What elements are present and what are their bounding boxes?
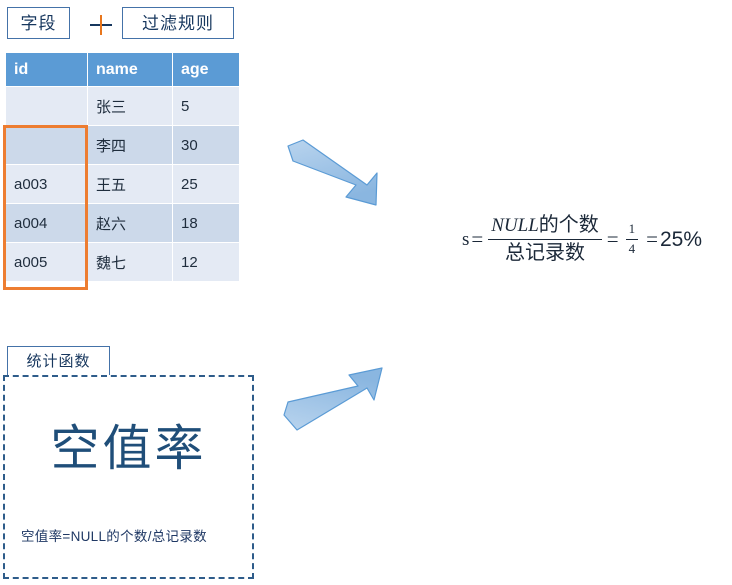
- cell-name: 王五: [87, 164, 173, 204]
- stat-card-subtitle: 空值率=NULL的个数/总记录数: [21, 529, 207, 544]
- cell-age: 12: [172, 242, 240, 282]
- fraction-bar: [488, 239, 602, 240]
- formula-equals-2: =: [606, 227, 619, 251]
- stat-function-card: 空值率 空值率=NULL的个数/总记录数: [3, 375, 254, 579]
- null-rate-formula: s = NULL的个数 总记录数 = 1 4 = 25%: [462, 214, 702, 265]
- cell-id: a005: [5, 242, 88, 282]
- formula-numerator: NULL的个数: [488, 214, 602, 237]
- formula-value-numerator: 1: [628, 221, 636, 237]
- cell-age: 25: [172, 164, 240, 204]
- cell-id: a004: [5, 203, 88, 243]
- table-header-row: id name age: [5, 52, 240, 87]
- cell-id: [5, 125, 88, 165]
- table-row: a004 赵六 18: [5, 203, 240, 243]
- table-row: a005 魏七 12: [5, 242, 240, 282]
- stat-card-title: 空值率: [50, 422, 207, 476]
- formula-value-denominator: 4: [628, 241, 636, 256]
- plus-vertical-bar: [100, 15, 102, 35]
- tag-filter-rule[interactable]: 过滤规则: [122, 7, 234, 39]
- cell-id: [5, 86, 88, 126]
- column-header-id: id: [5, 52, 88, 87]
- cell-name: 张三: [87, 86, 173, 126]
- table-row: 李四 30: [5, 125, 240, 165]
- tag-stat-function[interactable]: 统计函数: [7, 346, 110, 376]
- formula-equals-3: =: [646, 227, 658, 251]
- formula-lhs: s: [462, 228, 470, 250]
- arrow-card-to-formula-icon: [283, 367, 383, 431]
- cell-age: 18: [172, 203, 240, 243]
- cell-age: 30: [172, 125, 240, 165]
- formula-result: 25%: [659, 227, 702, 251]
- cell-name: 魏七: [87, 242, 173, 282]
- plus-icon: [85, 14, 119, 36]
- cell-name: 李四: [87, 125, 173, 165]
- cell-age: 5: [172, 86, 240, 126]
- fraction-bar-small: [625, 239, 639, 240]
- table-row: a003 王五 25: [5, 164, 240, 204]
- column-header-age: age: [172, 52, 240, 87]
- tag-field[interactable]: 字段: [7, 7, 70, 39]
- formula-main-fraction: NULL的个数 总记录数: [488, 214, 602, 265]
- cell-name: 赵六: [87, 203, 173, 243]
- formula-null-word: NULL: [491, 215, 539, 236]
- formula-equals-1: =: [471, 227, 484, 251]
- sample-data-table: id name age 张三 5 李四 30 a003 王五 25 a004 赵…: [5, 52, 240, 282]
- column-header-name: name: [87, 52, 173, 87]
- formula-numerator-suffix: 的个数: [538, 214, 599, 236]
- formula-value-fraction: 1 4: [625, 221, 639, 257]
- cell-id: a003: [5, 164, 88, 204]
- table-row: 张三 5: [5, 86, 240, 126]
- arrow-table-to-formula-icon: [287, 139, 378, 206]
- formula-denominator: 总记录数: [505, 242, 586, 264]
